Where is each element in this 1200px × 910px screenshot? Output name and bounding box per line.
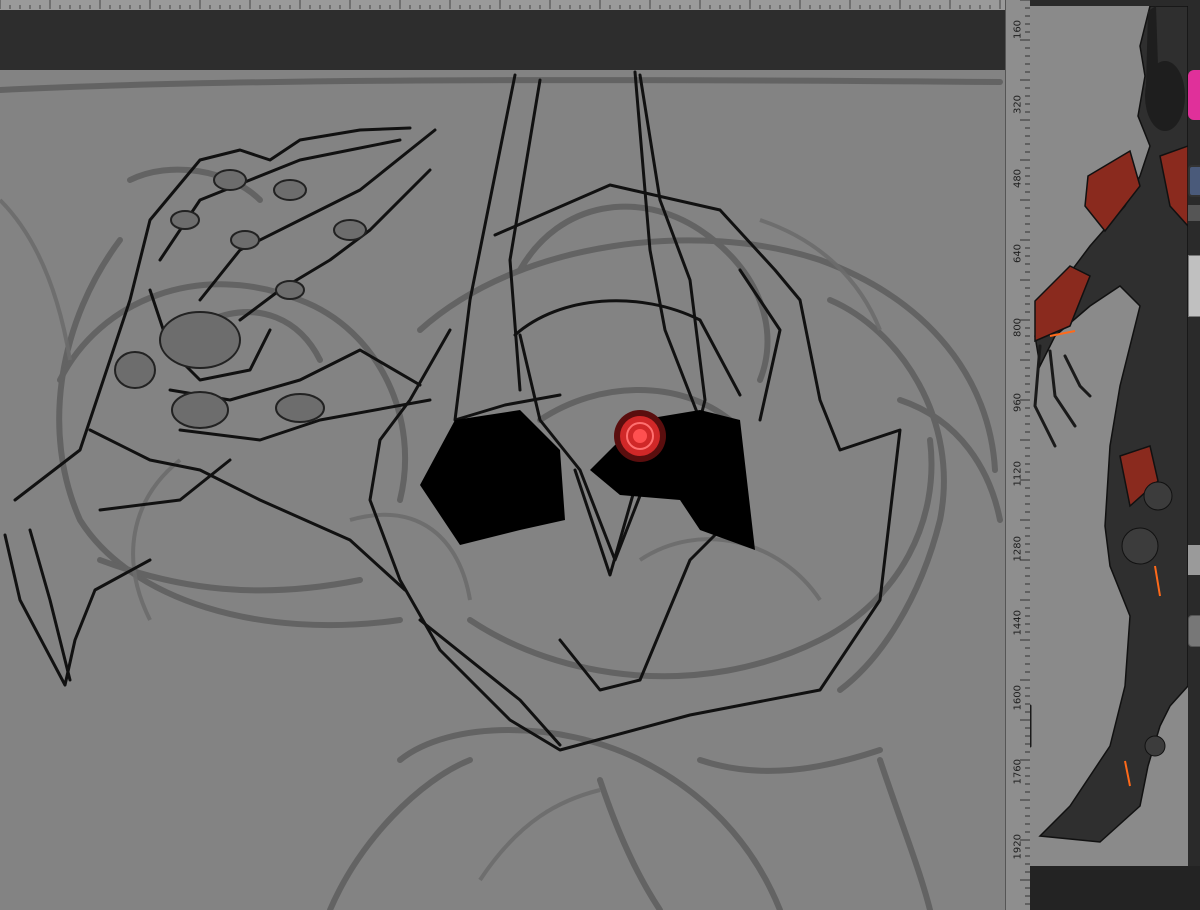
ruler-label: 640 (1012, 243, 1024, 263)
ruler-label: 1920 (1012, 833, 1024, 859)
ruler-label: 1760 (1012, 759, 1024, 785)
top-ruler (0, 0, 1005, 10)
reference-panel[interactable] (1030, 0, 1200, 910)
reference-figure (1030, 6, 1188, 843)
ruler-label: 160 (1012, 19, 1024, 40)
claws (1030, 344, 1092, 748)
character-reference-image (1030, 6, 1188, 866)
glowing-eye (614, 410, 666, 462)
sketch-artwork (0, 70, 1003, 910)
reference-panel-footer (1030, 866, 1200, 910)
vertical-ruler: 160 320 480 640 800 960 1120 1280 1440 1600 1760 19… (1005, 0, 1031, 910)
color-swatch-icon[interactable] (1188, 70, 1200, 120)
ruler-label: 800 (1012, 317, 1024, 338)
ruler-label: 320 (1012, 94, 1024, 114)
ruler-label: 480 (1012, 168, 1024, 189)
canvas-header-bar (0, 10, 1005, 70)
ruler-label: 960 (1012, 392, 1024, 412)
lock-icon[interactable] (1188, 615, 1200, 647)
layer-icon[interactable] (1188, 165, 1200, 197)
ruler-label: 1120 (1012, 461, 1024, 487)
link-icon[interactable] (1188, 545, 1200, 575)
brush-icon[interactable] (1188, 205, 1200, 221)
tool-strip (1188, 0, 1200, 910)
panel-icon[interactable] (1188, 255, 1200, 317)
figure-body (1034, 6, 1188, 843)
ruler-label: 1280 (1012, 535, 1024, 561)
ruler-label: 1440 (1012, 610, 1024, 636)
drawing-canvas[interactable] (0, 70, 1005, 910)
ruler-label: 1600 (1012, 684, 1024, 710)
top-ruler-ticks (0, 0, 1001, 9)
visor (420, 410, 755, 550)
